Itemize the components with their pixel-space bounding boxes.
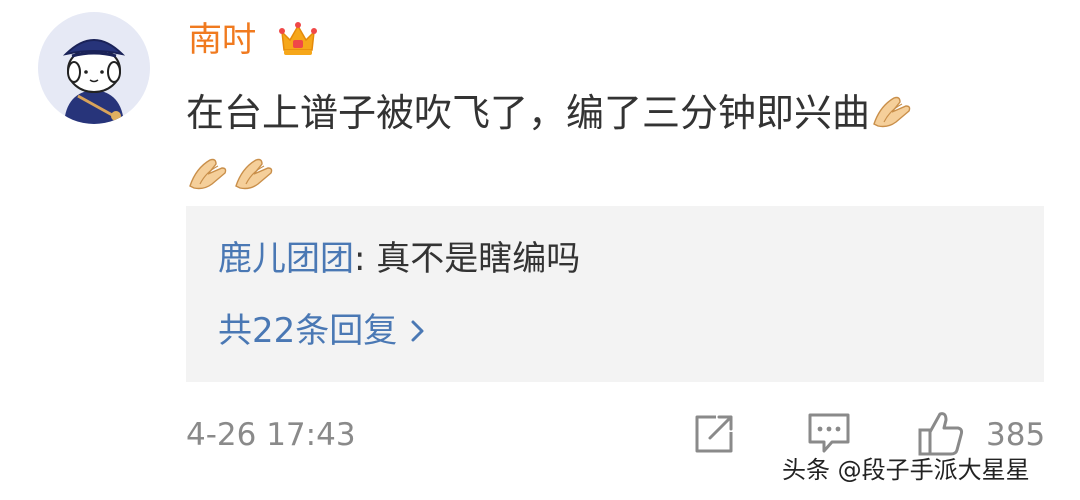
reply-line: 鹿儿团团: 真不是瞎编吗 — [218, 236, 580, 282]
comment-timestamp: 4-26 17:43 — [186, 417, 356, 453]
comment-icon[interactable] — [806, 410, 852, 456]
chevron-right-icon — [409, 312, 427, 342]
reply-separator: : — [354, 239, 377, 279]
view-more-replies-link[interactable]: 共22条回复 — [218, 308, 427, 354]
comment-username[interactable]: 南吋 — [188, 18, 256, 62]
clap-hands-icon — [232, 148, 276, 190]
clap-hands-icon — [870, 86, 914, 128]
reply-username[interactable]: 鹿儿团团 — [218, 239, 354, 279]
watermark: 头条 @段子手派大星星 — [782, 456, 1030, 484]
avatar-image — [38, 12, 150, 124]
comment-text: 在台上谱子被吹飞了，编了三分钟即兴曲 — [186, 91, 871, 135]
avatar[interactable] — [38, 12, 150, 124]
vip-crown-icon — [276, 16, 320, 60]
more-replies-label: 共22条回复 — [218, 311, 398, 351]
reply-preview-box[interactable]: 鹿儿团团: 真不是瞎编吗 共22条回复 — [186, 206, 1044, 382]
clap-hands-icon — [186, 148, 230, 190]
comment-body: 在台上谱子被吹飞了，编了三分钟即兴曲 — [186, 82, 1046, 206]
thumbs-up-icon[interactable] — [916, 408, 966, 458]
like-count: 385 — [986, 417, 1046, 453]
share-icon[interactable] — [692, 412, 736, 456]
reply-text: 真不是瞎编吗 — [376, 239, 581, 279]
